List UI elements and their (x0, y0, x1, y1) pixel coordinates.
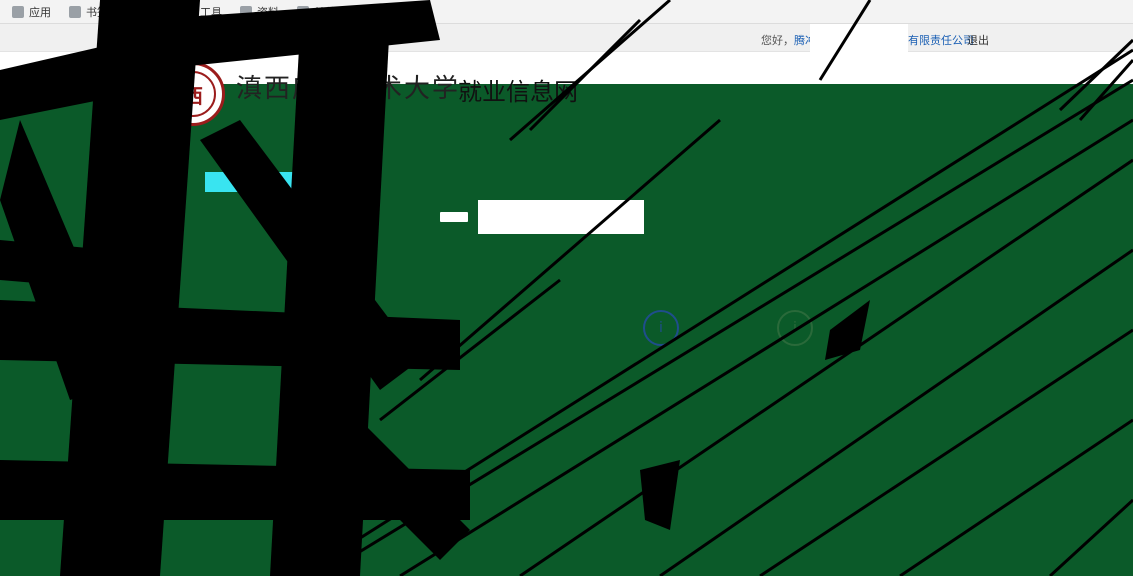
bookmark-label: 其他 (314, 5, 336, 19)
logout-link[interactable]: 退出 (967, 32, 989, 48)
bookmark-icon (240, 5, 252, 18)
bookmark-label: 书签 (86, 5, 108, 19)
bookmark-icon (297, 5, 309, 18)
bookmark-label: 工具 (200, 5, 222, 19)
bookmark-icon (69, 5, 81, 18)
university-logo[interactable]: 西 (161, 62, 225, 126)
bookmark-label: 应用 (29, 5, 51, 19)
search-input[interactable] (478, 200, 644, 234)
search-row (440, 200, 644, 234)
greeting-prefix: 您好， (761, 34, 794, 47)
chart-circle-icon[interactable]: i (777, 310, 813, 346)
search-label (440, 212, 468, 222)
browser-page: 应用 书签 常用 工具 资料 其他 您好，腾冲 有限责任公司 退出 西 滇西应用… (0, 0, 1133, 576)
highlight-bar-bottom (200, 504, 292, 510)
bookmark-item[interactable]: 常用 (126, 4, 165, 20)
bookmark-item[interactable]: 资料 (240, 4, 279, 20)
greeting: 您好，腾冲 (761, 32, 816, 48)
redacted-block (810, 24, 908, 52)
bookmark-label: 资料 (257, 5, 279, 19)
bookmark-item[interactable]: 工具 (183, 4, 222, 20)
company-name-link[interactable]: 有限责任公司 (908, 32, 974, 48)
site-subtitle: 就业信息网 (458, 78, 578, 106)
bookmark-icon (126, 5, 138, 18)
main-panel (0, 84, 1133, 576)
bookmark-icon (12, 5, 24, 18)
bookmark-label: 常用 (143, 5, 165, 19)
logo-inner: 西 (170, 71, 216, 117)
info-circle-icon[interactable]: i (643, 310, 679, 346)
bookmark-icon (183, 5, 195, 18)
site-title[interactable]: 滇西应用技术大学 (236, 68, 460, 105)
user-bar: 您好，腾冲 有限责任公司 退出 (0, 24, 1133, 52)
bookmark-item[interactable]: 应用 (12, 4, 51, 20)
highlight-bar (205, 172, 305, 192)
bookmarks-bar: 应用 书签 常用 工具 资料 其他 (0, 0, 1133, 24)
bookmark-item[interactable]: 其他 (297, 4, 336, 20)
bookmark-item[interactable]: 书签 (69, 4, 108, 20)
